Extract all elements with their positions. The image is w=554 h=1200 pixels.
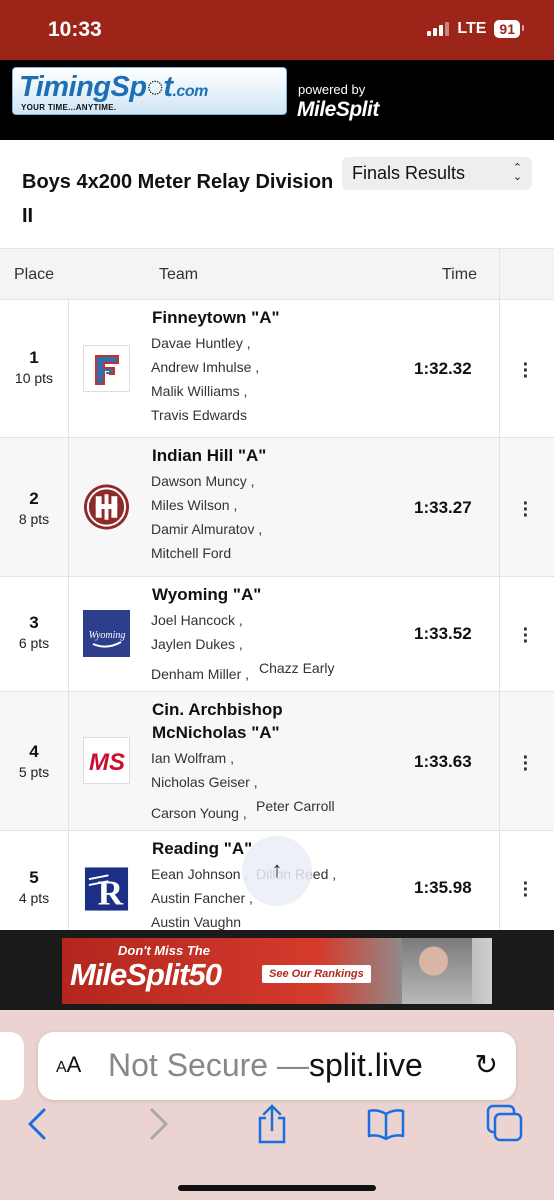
status-time: 10:33 bbox=[48, 18, 102, 41]
team-name[interactable]: Wyoming "A" bbox=[152, 583, 261, 606]
address-bar[interactable]: AA Not Secure —split.live ↻ bbox=[38, 1032, 516, 1100]
athlete-name[interactable]: Austin Vaughn bbox=[151, 914, 241, 930]
place-cell: 2 8 pts bbox=[18, 489, 50, 527]
see-rankings-button[interactable]: See Our Rankings bbox=[262, 965, 371, 983]
table-row: 2 8 pts Indian Hill "A" Dawson Muncy , M… bbox=[0, 438, 554, 577]
indian-hill-logo[interactable] bbox=[83, 483, 130, 530]
share-icon[interactable] bbox=[252, 1102, 292, 1146]
svg-text:Wyoming: Wyoming bbox=[88, 630, 125, 641]
ad-runner-image bbox=[402, 938, 472, 1004]
result-time: 1:33.63 bbox=[414, 752, 472, 771]
logo-tagline: YOUR TIME...ANYTIME. bbox=[21, 103, 117, 112]
place-cell: 1 10 pts bbox=[14, 348, 54, 386]
result-time: 1:33.52 bbox=[414, 624, 472, 643]
wyoming-logo[interactable]: Wyoming bbox=[83, 610, 130, 657]
team-name-line1[interactable]: Cin. Archbishop bbox=[152, 698, 283, 721]
athlete-name[interactable]: Austin Fancher , bbox=[151, 890, 253, 906]
milesplit-logo[interactable]: MileSplit bbox=[297, 98, 379, 122]
tabs-icon[interactable] bbox=[484, 1102, 524, 1146]
milesplit50-ad[interactable]: Don't Miss The MileSplit50 See Our Ranki… bbox=[62, 938, 492, 1004]
athlete-name[interactable]: Chazz Early bbox=[259, 660, 334, 676]
athlete-name[interactable]: Nicholas Geiser , bbox=[151, 774, 258, 790]
athlete-name[interactable]: Malik Williams , bbox=[151, 383, 247, 399]
finneytown-logo[interactable]: F bbox=[83, 345, 130, 392]
ad-line1: Don't Miss The bbox=[118, 943, 210, 958]
svg-text:MS: MS bbox=[89, 749, 125, 776]
network-type: LTE bbox=[457, 20, 487, 37]
athlete-name[interactable]: Mitchell Ford bbox=[151, 545, 231, 561]
status-indicators: LTE 91 bbox=[427, 20, 524, 38]
result-time: 1:32.32 bbox=[414, 359, 472, 378]
athlete-name[interactable]: Andrew Imhulse , bbox=[151, 359, 259, 375]
athlete-name[interactable]: Miles Wilson , bbox=[151, 497, 237, 513]
event-title: Boys 4x200 Meter Relay Division II bbox=[22, 171, 334, 227]
result-time: 1:35.98 bbox=[414, 878, 472, 897]
team-name-line2[interactable]: McNicholas "A" bbox=[152, 721, 280, 744]
previous-tab-preview[interactable] bbox=[0, 1032, 24, 1100]
athlete-name[interactable]: Damir Almuratov , bbox=[151, 521, 262, 537]
results-table: Place Team Time 1 10 pts F Finneytown "A… bbox=[0, 248, 554, 931]
more-options-icon[interactable]: · · · bbox=[518, 748, 534, 780]
scroll-to-top-button[interactable]: ↑ bbox=[242, 836, 312, 906]
more-options-icon[interactable]: · · · bbox=[518, 494, 534, 526]
more-options-icon[interactable]: · · · bbox=[518, 355, 534, 387]
mcnicholas-logo[interactable]: MS bbox=[83, 737, 130, 784]
cellular-signal-icon bbox=[427, 22, 450, 36]
header-team[interactable]: Team bbox=[159, 266, 198, 284]
athlete-name[interactable]: Davae Huntley , bbox=[151, 335, 251, 351]
reload-icon[interactable]: ↻ bbox=[475, 1048, 498, 1081]
team-name[interactable]: Indian Hill "A" bbox=[152, 444, 266, 467]
athlete-name[interactable]: Peter Carroll bbox=[256, 798, 335, 814]
home-indicator bbox=[178, 1185, 376, 1191]
table-header: Place Team Time bbox=[0, 248, 554, 300]
select-chevron-icon: ⌃ ⌄ bbox=[512, 162, 522, 183]
text-size-button[interactable]: AA bbox=[56, 1052, 81, 1078]
round-select-value: Finals Results bbox=[352, 163, 466, 183]
forward-icon[interactable] bbox=[138, 1102, 178, 1146]
svg-text:F: F bbox=[104, 370, 109, 379]
place-cell: 5 4 pts bbox=[18, 868, 50, 906]
athlete-name[interactable]: Joel Hancock , bbox=[151, 612, 243, 628]
table-row: 3 6 pts Wyoming Wyoming "A" Joel Hancock… bbox=[0, 577, 554, 692]
logo-wordmark: TimingSp◌t.com bbox=[19, 71, 208, 103]
status-bar: 10:33 LTE 91 bbox=[0, 0, 554, 60]
round-select[interactable]: Finals Results ⌃ ⌄ bbox=[342, 157, 532, 190]
site-header: TimingSp◌t.com YOUR TIME...ANYTIME. powe… bbox=[0, 60, 554, 140]
place-cell: 3 6 pts bbox=[18, 613, 50, 651]
more-options-icon[interactable]: · · · bbox=[518, 620, 534, 652]
athlete-name[interactable]: Denham Miller , bbox=[151, 666, 249, 682]
back-icon[interactable] bbox=[18, 1102, 58, 1146]
athlete-name[interactable]: Carson Young , bbox=[151, 805, 247, 821]
header-time[interactable]: Time bbox=[442, 266, 477, 284]
reading-logo[interactable]: R bbox=[83, 865, 130, 912]
timingspot-logo[interactable]: TimingSp◌t.com YOUR TIME...ANYTIME. bbox=[12, 67, 287, 115]
ad-line2: MileSplit50 bbox=[70, 957, 222, 992]
table-row: 1 10 pts F Finneytown "A" Davae Huntley … bbox=[0, 300, 554, 438]
header-place[interactable]: Place bbox=[14, 266, 54, 284]
svg-text:R: R bbox=[98, 873, 124, 912]
athlete-name[interactable]: Eean Johnson , bbox=[151, 866, 248, 882]
team-name[interactable]: Finneytown "A" bbox=[152, 306, 280, 329]
powered-by-label: powered by bbox=[298, 82, 366, 97]
athlete-name[interactable]: Dawson Muncy , bbox=[151, 473, 254, 489]
athlete-name[interactable]: Jaylen Dukes , bbox=[151, 636, 243, 652]
result-time: 1:33.27 bbox=[414, 498, 472, 517]
more-options-icon[interactable]: · · · bbox=[518, 874, 534, 906]
athlete-name[interactable]: Travis Edwards bbox=[151, 407, 247, 423]
battery-icon: 91 bbox=[494, 20, 524, 38]
athlete-name[interactable]: Ian Wolfram , bbox=[151, 750, 234, 766]
bookmarks-icon[interactable] bbox=[366, 1102, 406, 1146]
team-name[interactable]: Reading "A" bbox=[152, 837, 252, 860]
table-row: 4 5 pts MS Cin. Archbishop McNicholas "A… bbox=[0, 692, 554, 831]
ad-banner-area: Don't Miss The MileSplit50 See Our Ranki… bbox=[0, 930, 554, 1010]
place-cell: 4 5 pts bbox=[18, 742, 50, 780]
url-text[interactable]: Not Secure —split.live bbox=[108, 1047, 423, 1084]
